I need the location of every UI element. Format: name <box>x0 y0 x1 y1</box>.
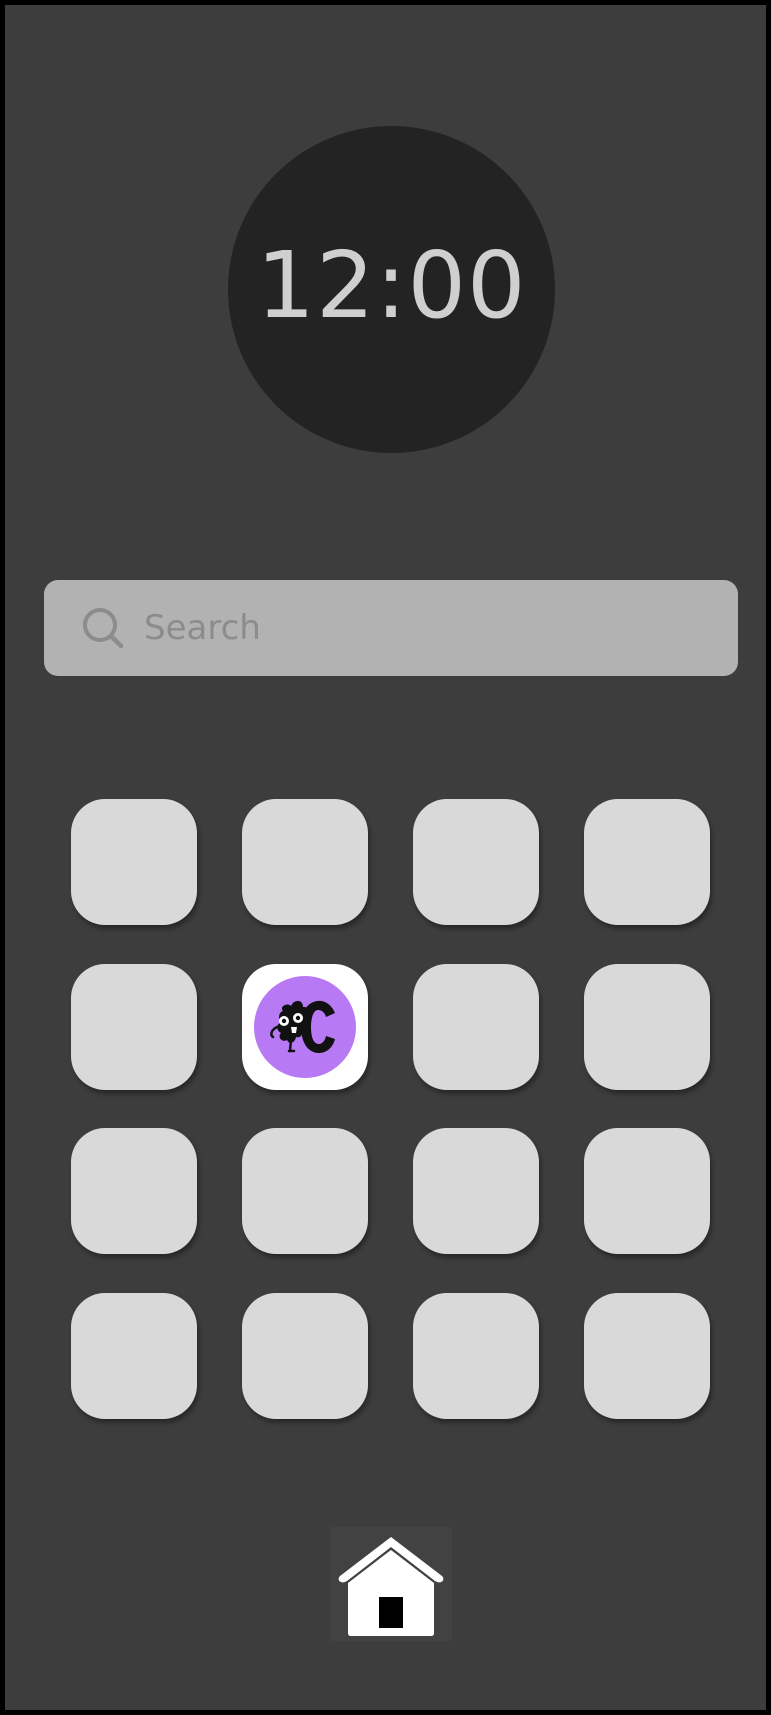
app-grid <box>71 799 711 1419</box>
home-button[interactable] <box>330 1527 452 1641</box>
phone-screen: 12:00 Search <box>0 0 771 1715</box>
search-icon <box>83 608 124 649</box>
app-tile[interactable] <box>413 1293 539 1419</box>
app-tile[interactable] <box>71 799 197 925</box>
search-bar[interactable]: Search <box>44 580 738 676</box>
app-tile[interactable] <box>242 799 368 925</box>
app-tile[interactable] <box>413 1128 539 1254</box>
app-tile[interactable] <box>584 1293 710 1419</box>
app-tile[interactable] <box>71 964 197 1090</box>
app-tile[interactable] <box>242 1293 368 1419</box>
app-tile[interactable] <box>71 1128 197 1254</box>
app-tile[interactable] <box>242 1128 368 1254</box>
search-placeholder: Search <box>144 608 261 648</box>
app-tile[interactable] <box>413 799 539 925</box>
clock-widget: 12:00 <box>228 126 555 453</box>
home-icon <box>330 1527 452 1641</box>
app-tile[interactable] <box>71 1293 197 1419</box>
app-tile[interactable] <box>413 964 539 1090</box>
purple-c-monster-app-icon <box>254 976 356 1078</box>
app-tile[interactable] <box>584 1128 710 1254</box>
clock-time: 12:00 <box>256 231 527 339</box>
app-tile-purple-c[interactable] <box>242 964 368 1090</box>
app-tile[interactable] <box>584 964 710 1090</box>
app-tile[interactable] <box>584 799 710 925</box>
